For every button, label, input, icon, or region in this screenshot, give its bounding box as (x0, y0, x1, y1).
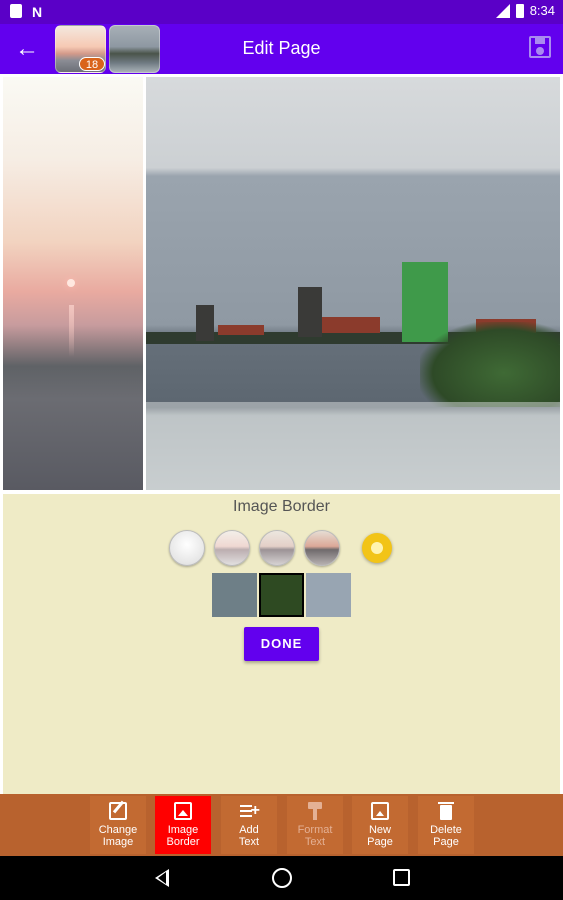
sun-reflection (69, 305, 74, 357)
color-square-slate[interactable] (212, 573, 257, 617)
new-page-label: New Page (367, 824, 393, 848)
new-page-icon (371, 802, 389, 820)
delete-icon (437, 802, 455, 820)
image-border-icon (174, 802, 192, 820)
bottom-toolbar: Change Image Image Border Add Text Forma… (0, 794, 563, 856)
format-text-button[interactable]: Format Text (287, 796, 343, 854)
navigation-bar (0, 856, 563, 900)
delete-page-label: Delete Page (430, 824, 462, 848)
add-text-button[interactable]: Add Text (221, 796, 277, 854)
nav-home-icon[interactable] (272, 868, 292, 888)
image-border-button[interactable]: Image Border (155, 796, 211, 854)
border-swatch-sunset-dark[interactable] (304, 530, 340, 566)
page-count-badge: 18 (79, 57, 105, 71)
add-text-label: Add Text (238, 824, 260, 848)
nav-recents-icon[interactable] (393, 869, 410, 886)
roof-2 (322, 317, 380, 333)
water-reflection (146, 402, 560, 490)
sunset-image[interactable] (3, 77, 143, 490)
new-page-button[interactable]: New Page (352, 796, 408, 854)
windmill-image[interactable] (146, 77, 560, 490)
windmill-2 (298, 287, 322, 337)
add-text-icon (240, 802, 260, 820)
windmill-1 (196, 305, 214, 341)
n-notification-icon: N (32, 4, 43, 20)
status-bar: N 8:34 (0, 0, 563, 24)
nav-back-icon[interactable] (155, 869, 169, 887)
delete-page-button[interactable]: Delete Page (418, 796, 474, 854)
border-swatch-white[interactable] (169, 530, 205, 566)
panel-title: Image Border (233, 498, 330, 515)
sun (67, 279, 75, 287)
image-border-label: Image Border (166, 824, 200, 848)
page-title: Edit Page (242, 38, 321, 58)
color-square-grey-blue[interactable] (306, 573, 351, 617)
color-picker-icon[interactable] (362, 533, 392, 563)
roof-1 (218, 325, 264, 335)
status-time: 8:34 (529, 3, 555, 18)
save-icon[interactable] (529, 36, 551, 58)
sd-card-icon (10, 4, 22, 18)
change-image-label: Change Image (98, 824, 138, 848)
border-swatch-sunset-medium[interactable] (259, 530, 295, 566)
format-paint-icon (306, 802, 324, 820)
edit-image-icon (109, 802, 127, 820)
color-square-dark-green[interactable] (259, 573, 304, 617)
bushes (420, 322, 560, 407)
format-text-label: Format Text (297, 824, 333, 848)
border-swatch-sunset-light[interactable] (214, 530, 250, 566)
change-image-button[interactable]: Change Image (90, 796, 146, 854)
signal-icon (495, 3, 510, 18)
done-button[interactable]: DONE (244, 627, 319, 661)
battery-icon (515, 3, 524, 18)
